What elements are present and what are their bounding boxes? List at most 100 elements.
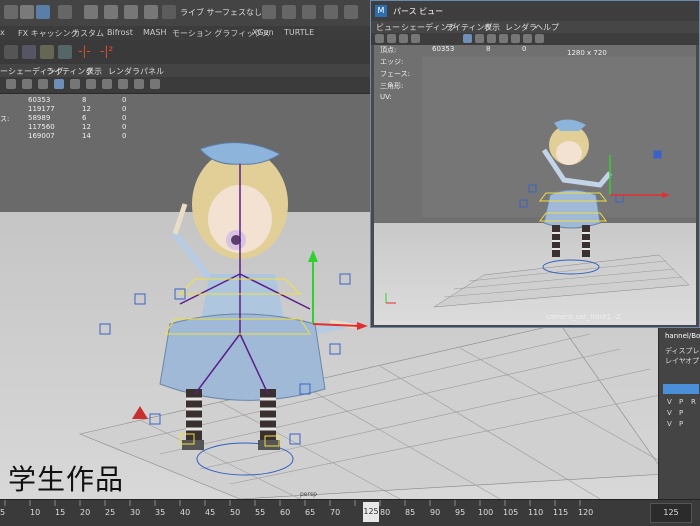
menu-view[interactable]: ー [0, 66, 8, 77]
render-settings-icon[interactable] [344, 5, 358, 19]
timeline-tick-label: 55 [255, 508, 266, 517]
current-frame-marker[interactable]: 125 [363, 502, 379, 522]
shelf-tab[interactable]: TURTLE [284, 28, 314, 37]
snap-point-icon[interactable] [124, 5, 138, 19]
shelf-tab[interactable]: x [0, 28, 5, 37]
layer-selected-row[interactable] [663, 384, 699, 394]
camera-icon[interactable] [375, 34, 384, 43]
paint-weights-icon[interactable] [58, 45, 72, 59]
menu-view[interactable]: ビュー [376, 22, 400, 33]
display-tab[interactable]: ディスプレイ [665, 346, 700, 356]
camera-icon[interactable] [6, 79, 16, 89]
undo-icon[interactable] [58, 5, 72, 19]
joint-tool-icon[interactable] [4, 45, 18, 59]
image-plane-icon[interactable] [399, 34, 408, 43]
orient-joint-icon[interactable]: -|² [100, 44, 113, 58]
character-model[interactable] [541, 119, 612, 257]
ik-handle-icon[interactable] [22, 45, 36, 59]
layer-reference[interactable]: R [691, 398, 696, 406]
layer-menu[interactable]: レイヤ [665, 356, 686, 366]
ground-grid [433, 254, 690, 308]
end-frame-value: 125 [663, 508, 679, 517]
layer-playback[interactable]: P [679, 398, 683, 406]
magnet-icon[interactable] [162, 5, 176, 19]
current-frame-value: 125 [363, 507, 379, 516]
layer-visibility[interactable]: V [667, 420, 672, 428]
resolution-gate-icon[interactable] [150, 79, 160, 89]
menu-renderer[interactable]: レンダラ [108, 66, 140, 77]
viewport-toolbar [0, 77, 370, 94]
layer-playback[interactable]: P [679, 420, 683, 428]
options-menu[interactable]: オプ [685, 356, 699, 366]
paint-select-icon[interactable] [36, 5, 50, 19]
view-axis-indicator [385, 293, 396, 304]
wireframe-icon[interactable] [475, 34, 484, 43]
time-slider[interactable]: 5 10 15 20 25 30 35 40 45 50 55 60 65 70… [0, 499, 700, 526]
layer-visibility[interactable]: V [667, 398, 672, 406]
lights-icon[interactable] [86, 79, 96, 89]
isolate-icon[interactable] [134, 79, 144, 89]
menu-panels[interactable]: パネル [140, 66, 164, 77]
shadows-icon[interactable] [102, 79, 112, 89]
bookmark-icon[interactable] [387, 34, 396, 43]
shelf-tab[interactable]: MASH [143, 28, 166, 37]
snap-grid-icon[interactable] [84, 5, 98, 19]
live-surface-field[interactable]: ライブ サーフェスなし [180, 7, 262, 18]
shelf-tab[interactable]: XGen [252, 28, 274, 37]
lasso-icon[interactable] [20, 5, 34, 19]
select-menu-icon[interactable] [4, 5, 18, 19]
layer-playback[interactable]: P [679, 409, 683, 417]
persp-toolbar [371, 33, 699, 45]
snap-curve-icon[interactable] [104, 5, 118, 19]
textured-icon[interactable] [487, 34, 496, 43]
menu-help[interactable]: ヘルプ [535, 22, 559, 33]
timeline-tick-label: 45 [205, 508, 216, 517]
persp-view-window[interactable]: M パース ビュー ビュー シェーディング ライティング 表示 レンダラ ヘルプ… [370, 0, 700, 328]
menu-show[interactable]: 表示 [484, 22, 500, 33]
shelf-tab[interactable]: カスタム [72, 28, 104, 39]
smooth-shade-icon[interactable] [463, 34, 472, 43]
xray-icon[interactable] [118, 79, 128, 89]
persp-menu-bar: ビュー シェーディング ライティング 表示 レンダラ ヘルプ [371, 21, 699, 33]
timeline-tick-label: 80 [380, 508, 391, 517]
menu-show[interactable]: 表示 [86, 66, 102, 77]
end-frame-field[interactable]: 125 [650, 503, 692, 523]
snap-view-icon[interactable] [144, 5, 158, 19]
render-icon[interactable] [282, 5, 296, 19]
wireframe-icon[interactable] [38, 79, 48, 89]
isolate-icon[interactable] [535, 34, 544, 43]
xray-icon[interactable] [523, 34, 532, 43]
history-icon[interactable] [262, 5, 276, 19]
timeline-tick-label: 70 [330, 508, 341, 517]
persp-view-canvas[interactable]: 頂点:6035380 エッジ:119177120 フェース:5898960 三角… [374, 45, 696, 325]
move-manipulator[interactable] [609, 155, 670, 198]
textured-icon[interactable] [70, 79, 80, 89]
timeline-tick-label: 115 [553, 508, 569, 517]
channel-box-title[interactable]: hannel/Box [665, 332, 700, 340]
lights-icon[interactable] [499, 34, 508, 43]
skin-bind-icon[interactable] [40, 45, 54, 59]
pause-icon[interactable] [324, 5, 338, 19]
shadows-icon[interactable] [511, 34, 520, 43]
camera-caption: persp [300, 491, 317, 498]
window-titlebar[interactable]: M パース ビュー [371, 1, 699, 21]
move-manipulator[interactable] [308, 250, 368, 330]
menu-renderer[interactable]: レンダラ [505, 22, 537, 33]
timeline-tick-label: 105 [503, 508, 519, 517]
timeline-tick-label: 65 [305, 508, 316, 517]
timeline-tick-label: 10 [30, 508, 41, 517]
timeline-tick-label: 50 [230, 508, 241, 517]
timeline-tick-label: 95 [455, 508, 466, 517]
ipr-render-icon[interactable] [302, 5, 316, 19]
grid-toggle-icon[interactable] [22, 79, 32, 89]
pole-vector-cone[interactable] [132, 406, 148, 419]
timeline-tick-label: 90 [430, 508, 441, 517]
shelf-tab[interactable]: FX キャッシング [18, 28, 79, 39]
viewport-menu-bar: ー シェーディング ライティング 表示 レンダラ パネル [0, 64, 370, 77]
timeline-tick-label: 15 [55, 508, 66, 517]
layer-visibility[interactable]: V [667, 409, 672, 417]
shelf-tab[interactable]: Bifrost [107, 28, 133, 37]
attributes-icon[interactable] [411, 34, 420, 43]
mirror-joint-icon[interactable]: -|- [78, 44, 91, 58]
smooth-shade-icon[interactable] [54, 79, 64, 89]
